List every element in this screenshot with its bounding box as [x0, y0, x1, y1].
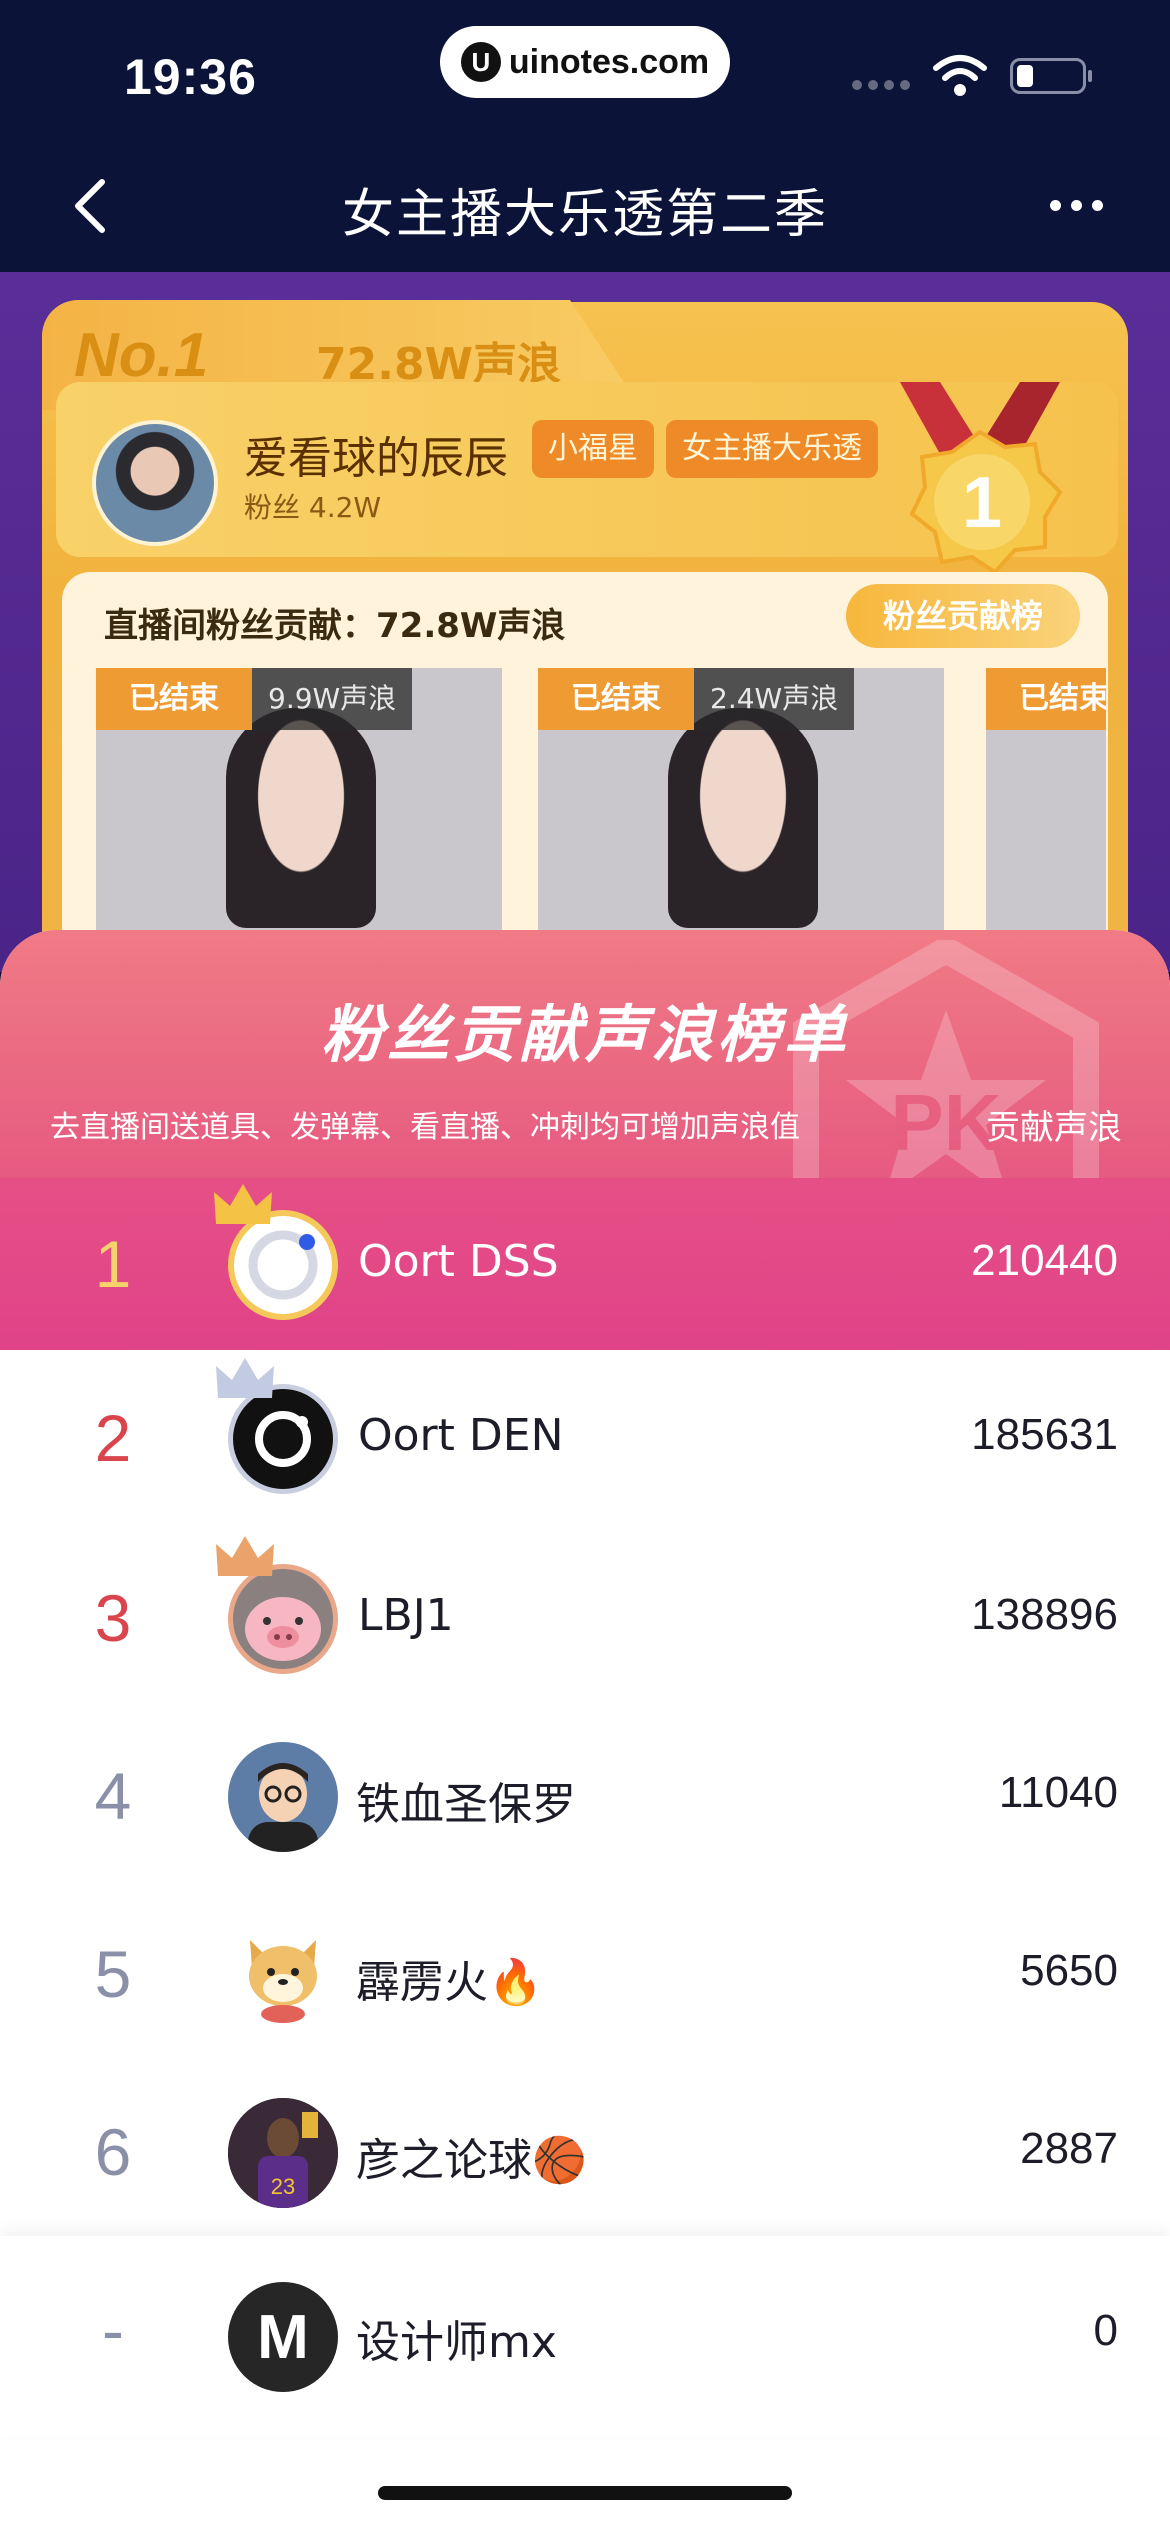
stream-status-badge: 已结束	[96, 668, 252, 730]
rank-row[interactable]: 2 Oort DEN 185631	[0, 1350, 1170, 1526]
svg-text:23: 23	[271, 2174, 295, 2199]
home-indicator	[378, 2486, 792, 2500]
rank-number: -	[102, 2293, 124, 2367]
rank-row[interactable]: 3 LBJ1 138896	[0, 1526, 1170, 1702]
top-bar: 19:36 U uinotes.com 女主播大乐透第二季	[0, 0, 1170, 272]
page-title: 女主播大乐透第二季	[341, 185, 828, 245]
rank-user-value: 11040	[998, 1768, 1118, 1817]
more-options-icon[interactable]	[1050, 200, 1103, 211]
streamer-banner: No.1 72.8W声浪 爱看球的辰辰 粉丝 4.2W 小福星 女主播大乐透 1…	[0, 272, 1170, 1002]
rank-row[interactable]: 1 Oort DSS 210440	[0, 1178, 1170, 1350]
stream-status-badge: 已结束	[538, 668, 694, 730]
tag-badge: 小福星	[532, 420, 654, 478]
fan-rank-panel: PK 粉丝贡献声浪榜单 去直播间送道具、发弹幕、看直播、冲刺均可增加声浪值 贡献…	[0, 930, 1170, 2532]
streamer-avatar[interactable]	[92, 420, 218, 546]
battery-icon	[1010, 58, 1092, 94]
rank-row[interactable]: 6 23 彦之论球🏀 2887	[0, 2060, 1170, 2236]
stream-score: 9.9W声浪	[252, 668, 413, 730]
wifi-icon	[933, 55, 987, 96]
rank-user-value: 0	[1093, 2306, 1118, 2355]
streamer-fans: 粉丝 4.2W	[244, 491, 382, 524]
rank-number: 6	[94, 2115, 132, 2189]
rank-title: 粉丝贡献声浪榜单	[320, 998, 849, 1071]
silver-crown-icon	[216, 1358, 274, 1398]
rank-number: 4	[94, 1759, 132, 1833]
oort-dss-avatar[interactable]	[228, 1210, 338, 1320]
rank-user-name: 霹雳火🔥	[356, 1957, 543, 2008]
rank-number: 5	[94, 1937, 132, 2011]
status-time: 19:36	[124, 49, 257, 105]
rank-hint: 去直播间送道具、发弹幕、看直播、冲刺均可增加声浪值	[50, 1110, 800, 1145]
mx-logo-avatar[interactable]: M	[228, 2282, 338, 2392]
rank-number: 3	[94, 1581, 132, 1655]
pig-avatar[interactable]	[228, 1564, 338, 1674]
rank-number: 2	[94, 1401, 132, 1475]
rank-user-value: 210440	[971, 1236, 1118, 1285]
stream-score: 2.4W声浪	[694, 668, 855, 730]
cartoon-man-avatar[interactable]	[228, 1742, 338, 1852]
gold-crown-icon	[214, 1184, 272, 1224]
stream-status-badge: 已结束	[986, 668, 1106, 730]
medal-number: 1	[962, 463, 1002, 543]
first-place-medal-icon: 1	[900, 382, 1063, 575]
rank-tab-label: No.1	[74, 321, 209, 390]
rank-user-name: 设计师mx	[356, 2317, 557, 2368]
rank-user-value: 185631	[971, 1410, 1118, 1459]
rank-user-value: 138896	[971, 1590, 1118, 1639]
streamer-name: 爱看球的辰辰	[244, 433, 508, 484]
url-pill[interactable]: U uinotes.com	[440, 26, 730, 98]
streamer-photo	[226, 708, 376, 928]
url-text: uinotes.com	[508, 42, 710, 81]
rank-user-name: Oort DEN	[358, 1410, 564, 1461]
basketball-player-avatar[interactable]: 23	[228, 2098, 338, 2208]
rank-user-value: 2887	[1020, 2124, 1118, 2173]
my-rank-row[interactable]: - M 设计师mx 0	[0, 2236, 1170, 2436]
rank-number: 1	[94, 1227, 132, 1301]
tag-badge: 女主播大乐透	[666, 420, 878, 478]
site-logo-icon: U	[460, 42, 501, 82]
rank-user-name: LBJ1	[358, 1590, 454, 1641]
mx-logo-icon: M	[257, 2302, 309, 2372]
rank-user-name: Oort DSS	[358, 1236, 559, 1287]
shiba-dog-avatar[interactable]	[228, 1920, 338, 2030]
contribution-title: 直播间粉丝贡献：72.8W声浪	[104, 606, 566, 646]
streamer-photo	[668, 708, 818, 928]
oort-den-avatar[interactable]	[228, 1384, 338, 1494]
rank-user-value: 5650	[1020, 1946, 1118, 1995]
rank-user-name: 铁血圣保罗	[356, 1779, 576, 1830]
rank-user-name: 彦之论球🏀	[356, 2135, 587, 2186]
rank-row[interactable]: 5 霹雳火🔥 5650	[0, 1882, 1170, 2058]
cellular-signal-icon	[852, 80, 910, 90]
fan-contribution-button[interactable]: 粉丝贡献榜	[846, 584, 1080, 648]
rank-row[interactable]: 4 铁血圣保罗 11040	[0, 1704, 1170, 1880]
contribution-column-label: 贡献声浪	[986, 1108, 1122, 1148]
bronze-crown-icon	[216, 1536, 274, 1576]
